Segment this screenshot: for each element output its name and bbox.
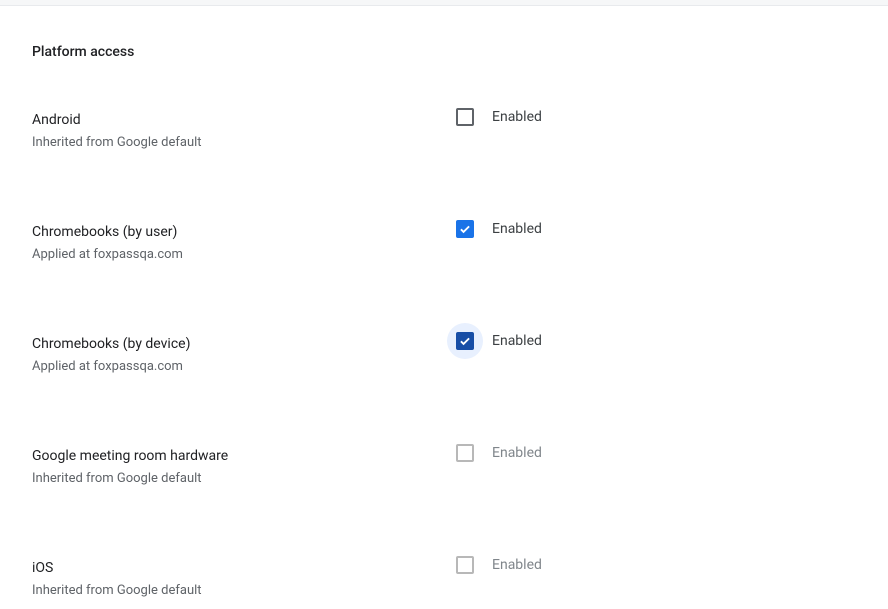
checkmark-icon <box>458 222 472 236</box>
checkbox-wrap <box>456 556 474 574</box>
checkmark-icon <box>458 334 472 348</box>
label-col: Chromebooks (by device) Applied at foxpa… <box>32 332 456 376</box>
checkbox-ios[interactable] <box>456 556 474 574</box>
control-col: Enabled <box>456 220 542 238</box>
checkbox-meeting-hardware[interactable] <box>456 444 474 462</box>
row-subtitle: Inherited from Google default <box>32 582 456 600</box>
checkbox-label: Enabled <box>492 333 542 349</box>
label-col: Android Inherited from Google default <box>32 108 456 152</box>
label-col: iOS Inherited from Google default <box>32 556 456 600</box>
row-title: Chromebooks (by device) <box>32 334 456 354</box>
checkbox-chromebooks-device[interactable] <box>456 332 474 350</box>
row-title: Chromebooks (by user) <box>32 222 456 242</box>
row-chromebooks-device: Chromebooks (by device) Applied at foxpa… <box>32 332 856 376</box>
label-col: Google meeting room hardware Inherited f… <box>32 444 456 488</box>
row-subtitle: Inherited from Google default <box>32 470 456 488</box>
row-android: Android Inherited from Google default En… <box>32 108 856 152</box>
checkbox-label: Enabled <box>492 109 542 125</box>
checkbox-label: Enabled <box>492 557 542 573</box>
row-chromebooks-user: Chromebooks (by user) Applied at foxpass… <box>32 220 856 264</box>
control-col: Enabled <box>456 556 542 574</box>
checkbox-label: Enabled <box>492 445 542 461</box>
checkbox-wrap <box>456 332 474 350</box>
row-subtitle: Inherited from Google default <box>32 134 456 152</box>
checkbox-android[interactable] <box>456 108 474 126</box>
row-title: iOS <box>32 558 456 578</box>
row-ios: iOS Inherited from Google default Enable… <box>32 556 856 600</box>
control-col: Enabled <box>456 108 542 126</box>
row-title: Android <box>32 110 456 130</box>
checkbox-wrap <box>456 220 474 238</box>
label-col: Chromebooks (by user) Applied at foxpass… <box>32 220 456 264</box>
control-col: Enabled <box>456 332 542 350</box>
checkbox-label: Enabled <box>492 221 542 237</box>
row-title: Google meeting room hardware <box>32 446 456 466</box>
section-title: Platform access <box>32 44 856 60</box>
row-subtitle: Applied at foxpassqa.com <box>32 358 456 376</box>
checkbox-wrap <box>456 108 474 126</box>
row-subtitle: Applied at foxpassqa.com <box>32 246 456 264</box>
checkbox-chromebooks-user[interactable] <box>456 220 474 238</box>
control-col: Enabled <box>456 444 542 462</box>
checkbox-wrap <box>456 444 474 462</box>
row-meeting-hardware: Google meeting room hardware Inherited f… <box>32 444 856 488</box>
content: Platform access Android Inherited from G… <box>0 6 888 600</box>
